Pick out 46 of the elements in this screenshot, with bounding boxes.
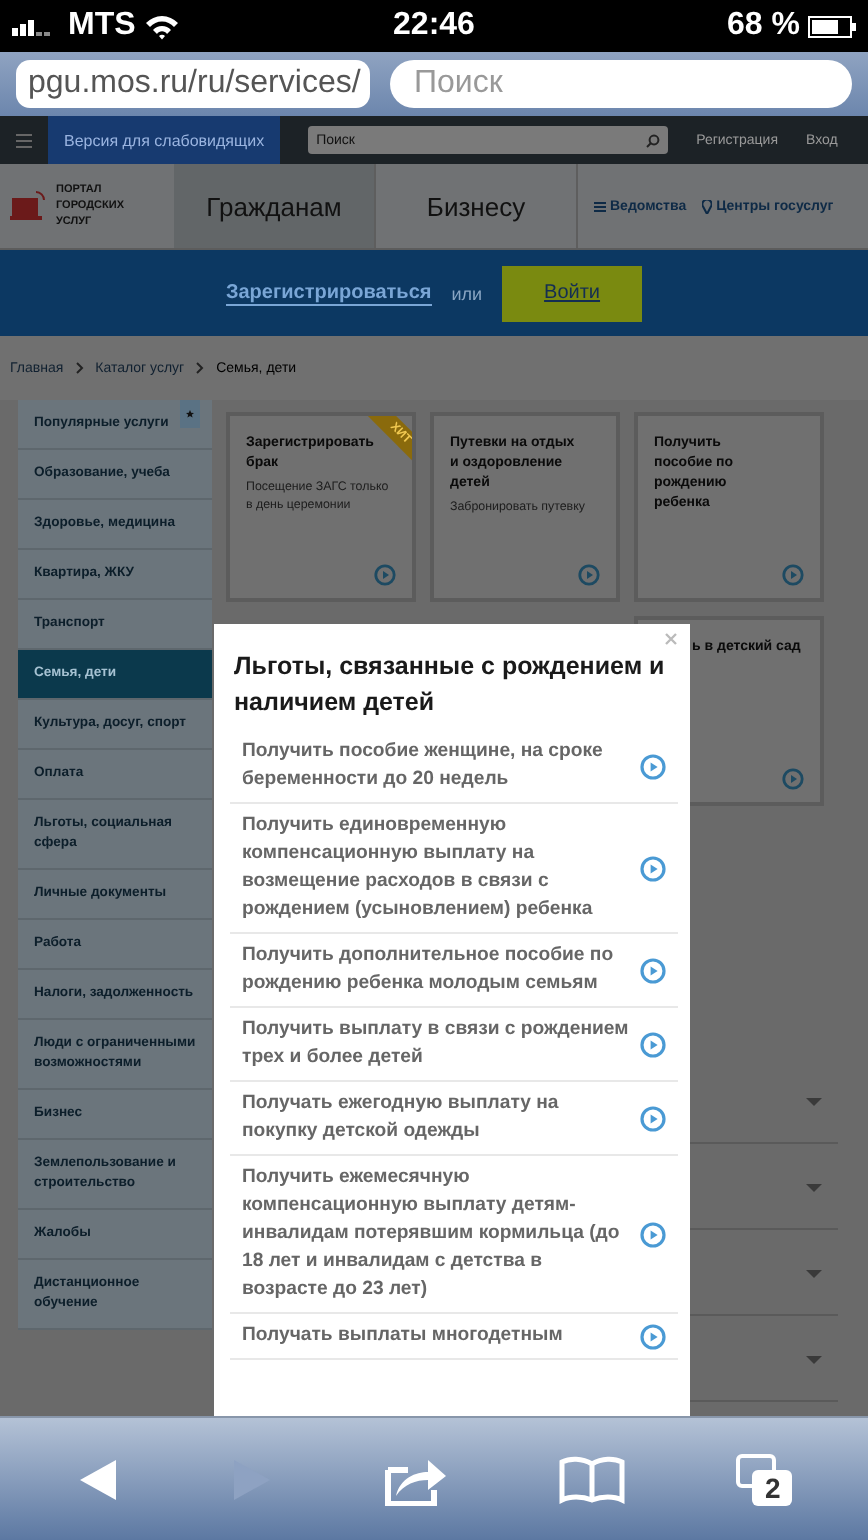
- caret-icon: [806, 1356, 822, 1364]
- address-field[interactable]: pgu.mos.ru/ru/services/: [16, 60, 370, 108]
- play-icon[interactable]: [640, 753, 666, 779]
- play-icon[interactable]: [640, 1105, 666, 1131]
- or-text: или: [451, 283, 483, 303]
- caret-icon: [806, 1270, 822, 1278]
- service-link[interactable]: Получить выплату в связи с рождением трех и более детей: [230, 1008, 678, 1082]
- play-icon[interactable]: [640, 1323, 666, 1349]
- play-icon[interactable]: [782, 768, 804, 790]
- caret-icon: [806, 1098, 822, 1106]
- clock-time: 22:46: [393, 8, 475, 44]
- accessibility-link[interactable]: Версия для слабовидящих: [48, 116, 281, 164]
- service-link[interactable]: Получать выплаты многодетным: [230, 1314, 678, 1360]
- bookmarks-icon[interactable]: [558, 1455, 627, 1503]
- play-icon[interactable]: [782, 564, 804, 586]
- service-link[interactable]: Получить дополнительное пособие по рождению ребенка молодым семьям: [230, 934, 678, 1008]
- battery-percent: 68 %: [727, 8, 800, 44]
- play-icon[interactable]: [640, 855, 666, 881]
- play-icon[interactable]: [640, 957, 666, 983]
- service-link[interactable]: Получить ежемесячную компенсационную выплату детям-инвалидам потерявшим кормильца (до 18 лет и инвалидам с детства в возрасте до 23 лет): [230, 1156, 678, 1314]
- nav-tab[interactable]: Бизнесу: [376, 164, 578, 248]
- laptop-icon: [10, 190, 46, 222]
- close-icon[interactable]: [664, 632, 678, 646]
- search-field[interactable]: Поиск: [390, 60, 852, 108]
- pin-icon: [702, 199, 713, 213]
- play-icon[interactable]: [640, 1221, 666, 1247]
- carrier-name: MTS: [68, 8, 136, 44]
- login-button[interactable]: Войти: [502, 265, 643, 321]
- back-icon[interactable]: [75, 1457, 120, 1501]
- caret-icon: [806, 1184, 822, 1192]
- menu-icon[interactable]: [16, 133, 32, 147]
- nav-tab[interactable]: Гражданам: [174, 164, 376, 248]
- chevron-icon: [75, 362, 84, 374]
- play-icon[interactable]: [640, 1031, 666, 1057]
- service-link[interactable]: Получать ежегодную выплату на покупку детской одежды: [230, 1082, 678, 1156]
- chevron-icon: [196, 362, 205, 374]
- register-link[interactable]: Зарегистрироваться: [225, 281, 432, 305]
- service-link[interactable]: Получить пособие женщине, на сроке беременности до 20 недель: [230, 730, 678, 804]
- tabs-button[interactable]: 2: [736, 1453, 793, 1505]
- service-link[interactable]: Получить единовременную компенсационную выплату на возмещение расходов в связи с рождением (усыновлением) ребенка: [230, 804, 678, 934]
- play-icon[interactable]: [578, 564, 600, 586]
- search-icon[interactable]: [646, 133, 661, 147]
- list-icon: [594, 201, 606, 211]
- battery-icon: [807, 15, 856, 37]
- play-icon[interactable]: [374, 564, 396, 586]
- wifi-icon: [143, 13, 180, 39]
